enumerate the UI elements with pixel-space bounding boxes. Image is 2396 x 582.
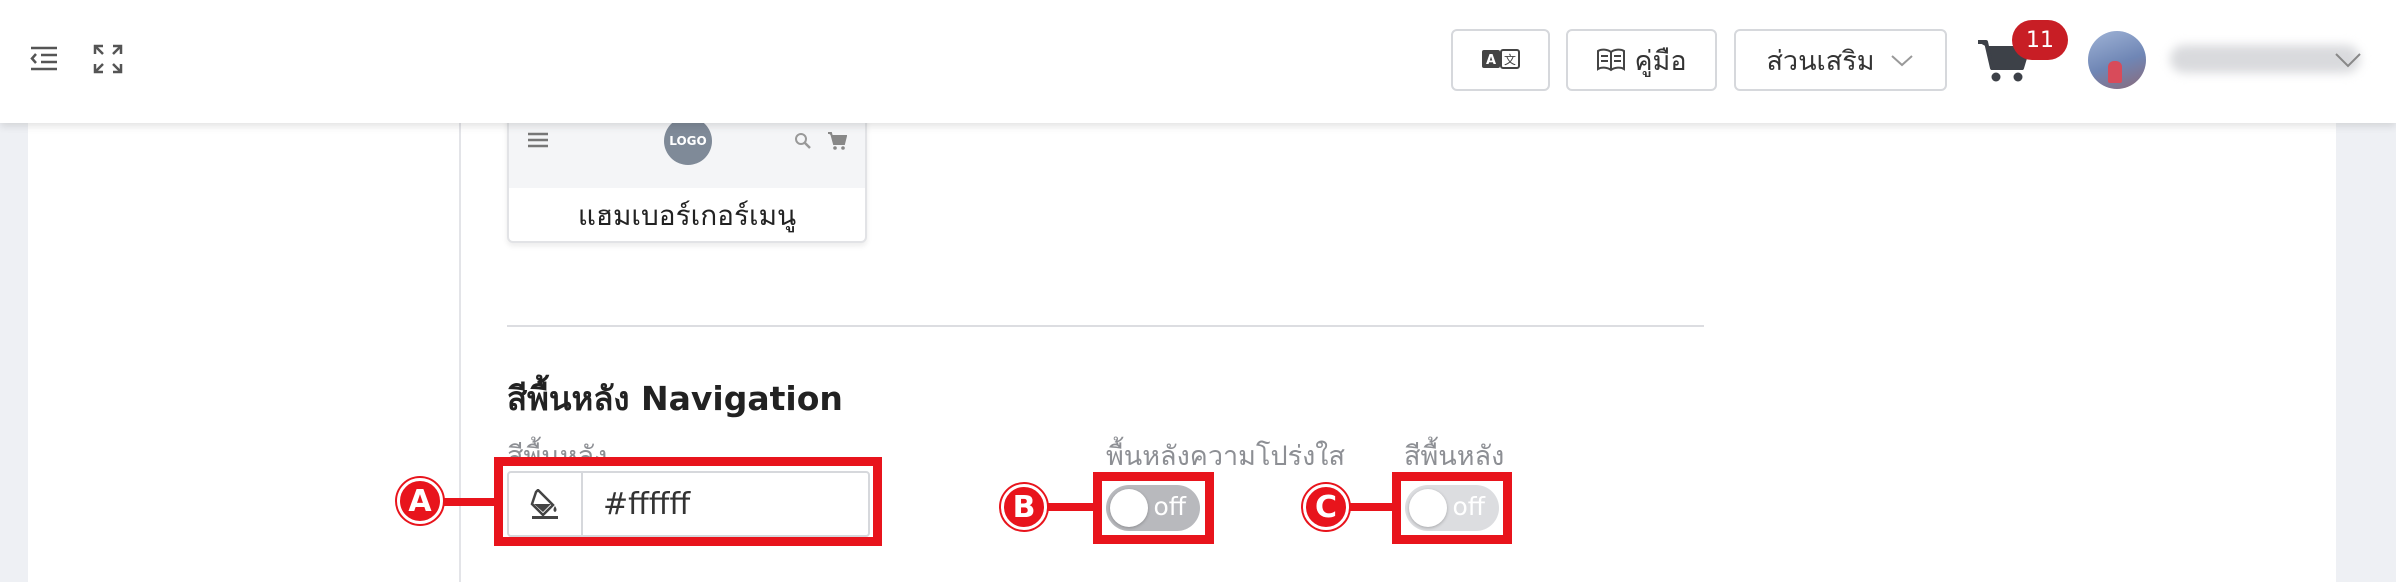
manual-button[interactable]: คู่มือ bbox=[1566, 29, 1717, 91]
bg-toggle-label: สีพื้นหลัง bbox=[1404, 441, 1505, 472]
annotation-connector-a bbox=[440, 498, 500, 506]
svg-text:A: A bbox=[1485, 53, 1495, 68]
translate-icon: A 文 bbox=[1481, 49, 1520, 69]
manual-label: คู่มือ bbox=[1634, 45, 1687, 77]
section-title: สีพื้นหลัง Navigation bbox=[507, 379, 843, 418]
search-icon bbox=[795, 133, 811, 149]
translate-button[interactable]: A 文 bbox=[1451, 29, 1550, 91]
avatar[interactable] bbox=[2088, 31, 2146, 89]
annotation-box-a bbox=[494, 457, 882, 546]
cart-count-badge: 11 bbox=[2012, 20, 2068, 60]
annotation-box-c bbox=[1392, 472, 1512, 544]
preview-logo: LOGO bbox=[664, 117, 712, 165]
menu-icon bbox=[528, 132, 548, 148]
annotation-connector-c bbox=[1346, 503, 1398, 511]
preview-navbar: LOGO bbox=[509, 112, 865, 188]
hamburger-menu-preview-card[interactable]: LOGO แฮมเบอร์เกอร์เมนู bbox=[507, 110, 867, 243]
annotation-connector-b bbox=[1046, 503, 1098, 511]
top-header: A 文 คู่มือ ส่วนเสริม 11 bbox=[0, 0, 2396, 123]
book-icon bbox=[1597, 48, 1626, 72]
annotation-marker-c: C bbox=[1303, 484, 1349, 530]
collapse-sidebar-icon[interactable] bbox=[27, 42, 61, 76]
panel-divider bbox=[459, 123, 461, 582]
user-menu-chevron-icon[interactable] bbox=[2332, 44, 2364, 76]
fullscreen-icon[interactable] bbox=[91, 42, 125, 76]
addons-dropdown[interactable]: ส่วนเสริม bbox=[1734, 29, 1947, 91]
transparency-label: พื้นหลังความโปร่งใส bbox=[1106, 441, 1345, 472]
addons-label: ส่วนเสริม bbox=[1766, 45, 1875, 77]
cart-icon bbox=[828, 132, 847, 150]
annotation-marker-a: A bbox=[397, 478, 443, 524]
preview-caption: แฮมเบอร์เกอร์เมนู bbox=[577, 198, 797, 232]
section-divider bbox=[507, 325, 1704, 327]
svg-text:文: 文 bbox=[1503, 52, 1515, 67]
annotation-marker-b: B bbox=[1001, 484, 1047, 530]
chevron-down-icon bbox=[1890, 55, 1913, 67]
annotation-box-b bbox=[1093, 472, 1214, 544]
